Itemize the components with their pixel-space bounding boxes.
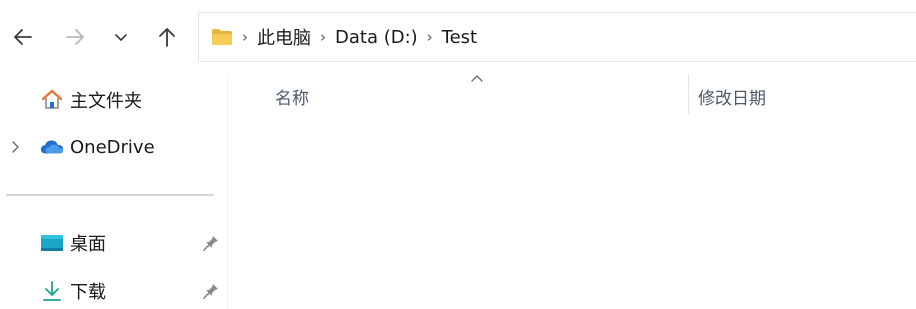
folder-icon: [212, 29, 232, 45]
forward-button[interactable]: [60, 22, 90, 52]
arrow-right-icon: [66, 29, 84, 45]
sidebar-item-label: 下载: [70, 282, 106, 303]
address-bar[interactable]: › 此电脑 › Data (D:) › Test: [198, 12, 916, 62]
home-icon: [40, 88, 64, 112]
chevron-down-icon: [115, 34, 127, 41]
breadcrumb-separator-icon: ›: [320, 28, 326, 46]
sidebar-item-label: OneDrive: [70, 136, 155, 158]
file-explorer-window: › 此电脑 › Data (D:) › Test 主文件夹 OneDrive 桌…: [0, 0, 916, 309]
arrow-up-icon: [159, 28, 175, 47]
column-header-name[interactable]: 名称: [275, 84, 309, 109]
desktop-icon: [40, 231, 64, 255]
pin-icon[interactable]: [202, 282, 220, 300]
up-button[interactable]: [152, 22, 182, 52]
onedrive-cloud-icon: [40, 135, 64, 159]
sidebar-item-desktop[interactable]: 桌面: [40, 227, 106, 259]
pane-divider: [227, 74, 228, 309]
download-icon: [40, 279, 64, 303]
sidebar-item-label: 主文件夹: [70, 91, 142, 112]
sidebar-item-downloads[interactable]: 下载: [40, 275, 106, 307]
sidebar-item-label: 桌面: [70, 234, 106, 255]
arrow-left-icon: [14, 29, 32, 45]
breadcrumb-separator-icon: ›: [242, 28, 248, 46]
pin-icon[interactable]: [202, 234, 220, 252]
breadcrumb-this-pc[interactable]: 此电脑: [257, 24, 311, 50]
breadcrumb-separator-icon: ›: [426, 28, 433, 46]
sidebar-item-onedrive[interactable]: OneDrive: [12, 131, 155, 163]
column-header-date-modified[interactable]: 修改日期: [698, 84, 766, 109]
recent-locations-button[interactable]: [106, 22, 136, 52]
chevron-right-icon[interactable]: [8, 140, 22, 154]
sidebar-divider: [6, 194, 214, 196]
breadcrumb-data-drive[interactable]: Data (D:): [335, 27, 418, 48]
sort-ascending-icon: [471, 75, 483, 82]
back-button[interactable]: [8, 22, 38, 52]
column-divider[interactable]: [688, 74, 689, 114]
sidebar-item-home[interactable]: 主文件夹: [40, 84, 142, 116]
breadcrumb-test[interactable]: Test: [442, 27, 477, 48]
